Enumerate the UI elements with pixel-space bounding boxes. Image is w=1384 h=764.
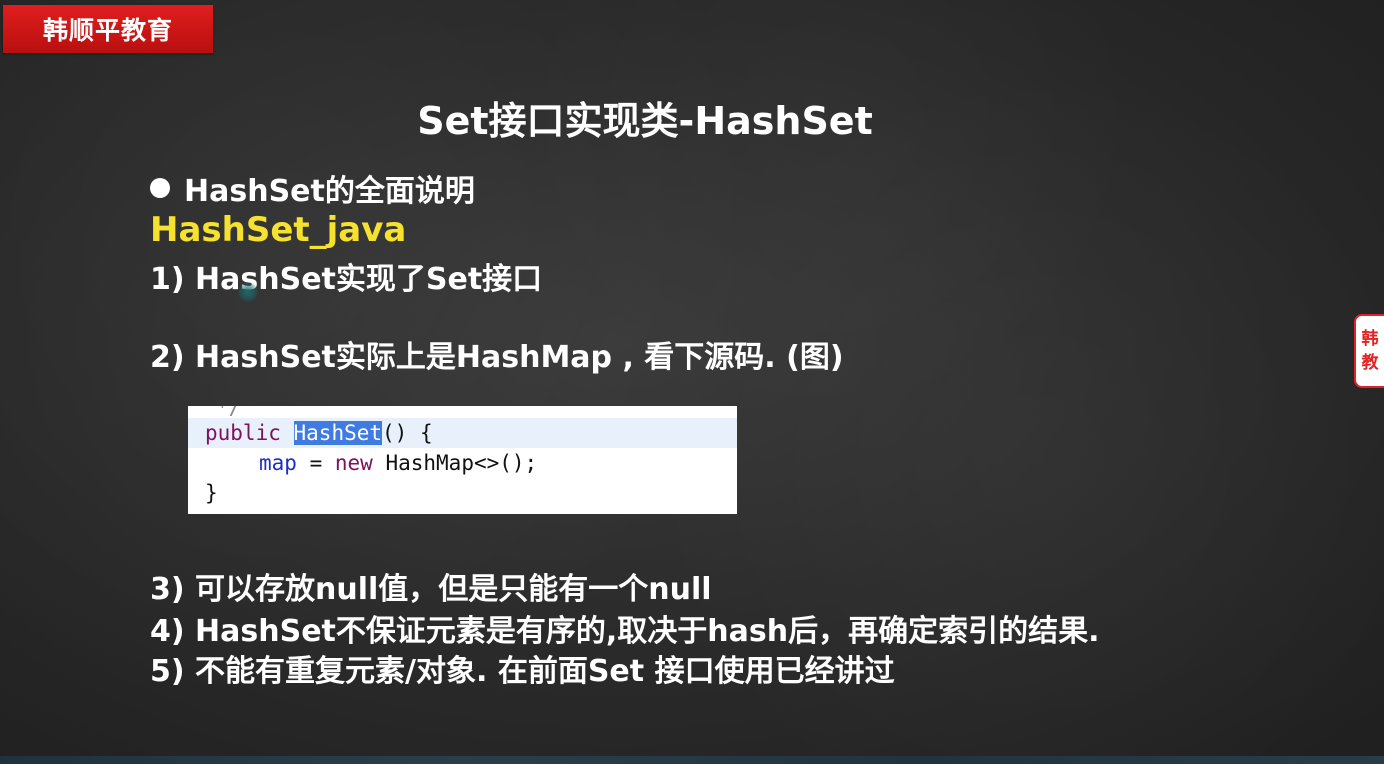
brand-logo: 韩顺平教育 [3,5,213,53]
code-line-2-rest: HashMap<>(); [372,451,538,475]
brand-text: 韩顺平教育 [42,16,173,45]
point-5: 5) 不能有重复元素/对象. 在前面Set 接口使用已经讲过 [150,654,895,689]
bullet-dot-icon [150,178,170,198]
point-3: 3) 可以存放null值，但是只能有一个null [150,572,712,607]
code-line-2: map = new HashMap<>(); [188,448,737,478]
video-progress-strip [0,756,1384,764]
code-assign: = [296,451,335,475]
code-selected-identifier: HashSet [293,421,383,445]
code-field-map: map [259,451,297,475]
side-tab-char-1: 韩 [1361,329,1379,349]
code-line-1: public HashSet() { [188,418,737,448]
code-line-3: } [205,481,218,505]
file-label: HashSet_java [150,210,407,250]
slide-title: Set接口实现类-HashSet [417,99,873,143]
code-screenshot: */ public HashSet() { map = new HashMap<… [188,406,737,514]
bullet-heading: HashSet的全面说明 [150,166,475,210]
side-brand-tab[interactable]: 韩 教 [1354,314,1384,388]
point-4: 4) HashSet不保证元素是有序的,取决于hash后，再确定索引的结果. [150,614,1100,649]
point-2: 2) HashSet实际上是HashMap , 看下源码. (图) [150,340,844,375]
side-tab-char-2: 教 [1361,353,1379,373]
code-keyword-public: public [205,421,281,445]
mouse-cursor-icon [238,282,258,302]
bullet-heading-text: HashSet的全面说明 [184,174,475,209]
code-keyword-new: new [334,451,373,475]
point-1: 1) HashSet实现了Set接口 [150,262,543,297]
code-line-1-rest: () { [382,421,433,445]
